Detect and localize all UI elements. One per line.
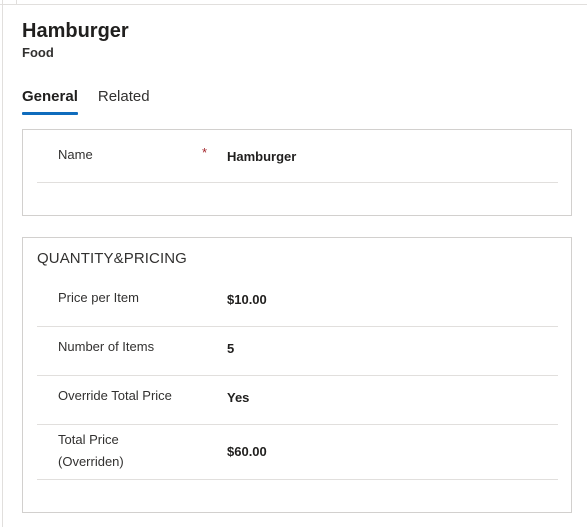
total-price-value[interactable]: $60.00: [227, 444, 267, 459]
field-label-total-price: Total Price (Overriden): [58, 432, 124, 469]
section-title: QUANTITY&PRICING: [37, 250, 187, 267]
top-notch: [16, 0, 17, 5]
record-title: Hamburger: [22, 20, 129, 42]
field-row-price-per-item: Price per Item $10.00: [37, 278, 558, 327]
field-row-number-of-items: Number of Items 5: [37, 327, 558, 376]
tab-general[interactable]: General: [22, 88, 78, 115]
field-label-name: Name: [58, 147, 93, 162]
general-section-card: Name * Hamburger: [22, 129, 572, 216]
top-divider: [0, 4, 587, 5]
tab-related[interactable]: Related: [98, 88, 150, 114]
field-row-override-total-price: Override Total Price Yes: [37, 376, 558, 425]
quantity-pricing-section-card: QUANTITY&PRICING Price per Item $10.00 N…: [22, 237, 572, 513]
field-row-total-price: Total Price (Overriden) $60.00: [37, 425, 558, 480]
required-indicator: *: [202, 145, 208, 160]
override-total-price-value[interactable]: Yes: [227, 390, 249, 405]
tab-list: General Related: [22, 88, 170, 115]
field-label-number-of-items: Number of Items: [58, 339, 155, 354]
number-of-items-value[interactable]: 5: [227, 341, 234, 356]
record-entity-type: Food: [22, 45, 54, 60]
field-label-price-per-item: Price per Item: [58, 290, 139, 305]
field-label-override-total-price: Override Total Price: [58, 388, 172, 403]
name-field-value[interactable]: Hamburger: [227, 149, 296, 164]
field-row-name: Name * Hamburger: [37, 130, 558, 183]
price-per-item-value[interactable]: $10.00: [227, 292, 267, 307]
left-divider: [2, 0, 3, 527]
